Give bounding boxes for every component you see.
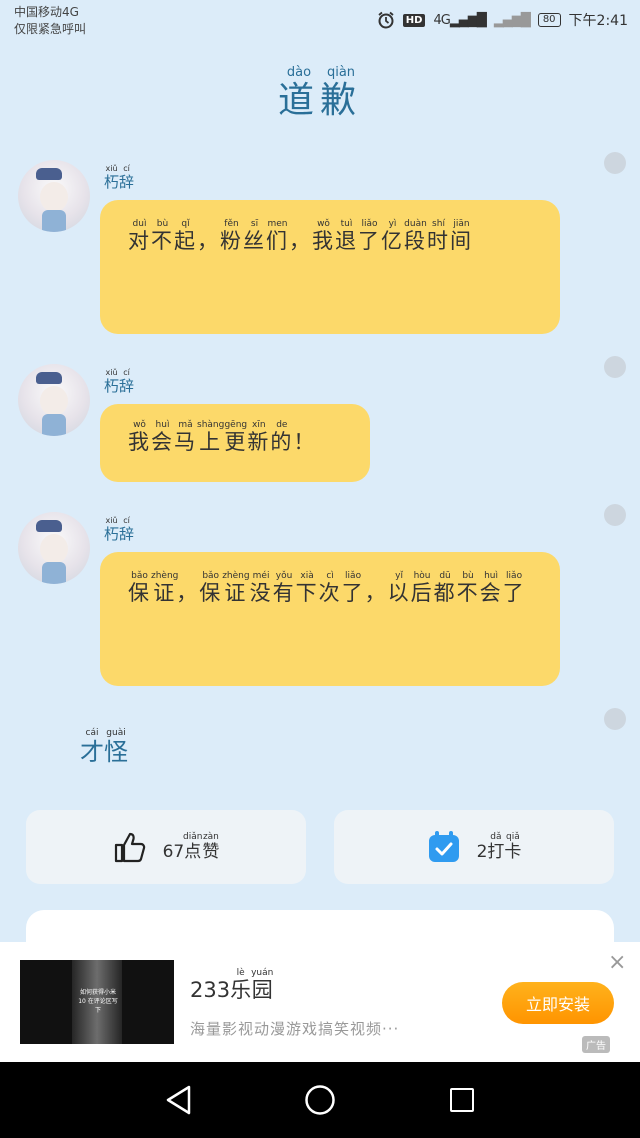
status-icons: HD 4G▂▄▆█ ▂▄▆█ 80 下午2:41 <box>377 10 628 30</box>
battery-icon: 80 <box>537 13 561 27</box>
signal-icon-2: ▂▄▆█ <box>493 12 531 28</box>
avatar[interactable] <box>18 160 90 232</box>
like-button[interactable]: 67点diǎn赞zàn <box>26 810 306 884</box>
close-icon[interactable]: × <box>608 952 626 974</box>
sender-name: 朽xiǔ辞cí <box>104 368 135 395</box>
checkin-button[interactable]: 2打dǎ卡qiǎ <box>334 810 614 884</box>
ad-video-thumbnail[interactable]: 如何获得小米10 在评论区写下 <box>20 960 174 1044</box>
checkin-count: 2打dǎ卡qiǎ <box>476 832 522 862</box>
avatar[interactable] <box>18 364 90 436</box>
sender-name: 朽xiǔ辞cí <box>104 516 135 543</box>
alarm-icon <box>378 11 394 29</box>
message-status-dot <box>604 356 626 378</box>
closing-remark: 才cái怪guài <box>80 728 128 766</box>
sender-name: 朽xiǔ辞cí <box>104 164 135 191</box>
message-status-dot <box>604 152 626 174</box>
carrier-name: 中国移动4G <box>14 5 79 19</box>
message-bubble[interactable]: 对duì不bù起qǐ，粉fěn丝sī们men，我wǒ退tuì了liǎo亿yì段d… <box>100 200 560 334</box>
calendar-check-icon <box>428 831 459 862</box>
time: 下午2:41 <box>568 13 628 29</box>
status-bar: 中国移动4G 仅限紧急呼叫 HD 4G▂▄▆█ ▂▄▆█ 80 下午2:41 <box>0 0 640 44</box>
carrier-info: 中国移动4G 仅限紧急呼叫 <box>14 4 86 38</box>
avatar[interactable] <box>18 512 90 584</box>
ad-banner[interactable]: 如何获得小米10 在评论区写下 233乐lè园yuán 海量影视动漫游戏搞笑视频… <box>0 942 640 1062</box>
ad-label: 广告 <box>582 1036 610 1053</box>
message-status-dot <box>604 708 626 730</box>
install-button[interactable]: 立即安装 <box>502 982 614 1024</box>
message-bubble[interactable]: 我wǒ会huì马mǎ上shàng更gēng新xīn的de！ <box>100 404 370 482</box>
signal-icon: 4G▂▄▆█ <box>433 12 486 28</box>
emergency-only: 仅限紧急呼叫 <box>14 22 87 36</box>
thumbs-up-icon <box>114 832 145 863</box>
message-bubble[interactable]: 保bǎo证zhèng，保bǎo证zhèng没méi有yǒu下xià次cì了liǎ… <box>100 552 560 686</box>
back-icon[interactable] <box>164 1084 194 1116</box>
ad-thumb-caption: 如何获得小米10 在评论区写下 <box>78 989 118 1014</box>
home-icon[interactable] <box>304 1084 336 1116</box>
message-status-dot <box>604 504 626 526</box>
hd-badge: HD <box>402 13 426 27</box>
ad-description: 海量影视动漫游戏搞笑视频··· <box>190 1020 400 1038</box>
navigation-bar <box>0 1062 640 1138</box>
like-count: 67点diǎn赞zàn <box>162 832 220 862</box>
ad-title[interactable]: 233乐lè园yuán <box>190 968 273 1004</box>
page-title: 道dào歉qiàn <box>277 65 363 121</box>
recent-apps-icon[interactable] <box>450 1088 474 1112</box>
